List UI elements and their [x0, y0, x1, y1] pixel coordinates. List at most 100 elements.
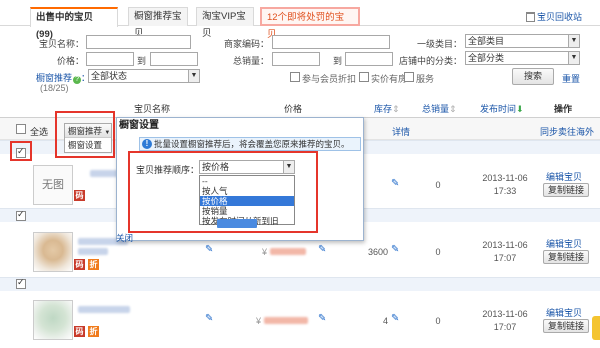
stock-checkbox-label: 实价有房 [371, 74, 408, 84]
edit-price-icon[interactable]: ✎ [318, 244, 326, 255]
row-date: 2013-11-06 [482, 309, 528, 319]
tab-vip[interactable]: 淘宝VIP宝贝 [196, 7, 254, 39]
chevron-down-icon: ▼ [568, 52, 579, 64]
row-sales: 0 [435, 180, 441, 190]
merchant-code-input[interactable] [272, 35, 390, 49]
product-thumbnail[interactable] [33, 300, 73, 340]
close-link[interactable]: 关闭 [116, 232, 133, 244]
category-select[interactable]: 全部类目 ▼ [465, 34, 580, 48]
merchant-code-label: 商家编码： [223, 39, 269, 49]
price-max-input[interactable] [150, 52, 198, 66]
shop-category-value: 全部分类 [468, 53, 505, 63]
row-time: 17:33 [493, 186, 517, 196]
sort-option[interactable]: -- [200, 176, 294, 186]
sort-value: 按价格 [202, 162, 230, 172]
product-title-blurred[interactable] [78, 306, 130, 313]
sales-to-label: 到 [332, 56, 342, 66]
col-stock-text: 库存 [374, 104, 393, 114]
currency-symbol: ¥ [256, 316, 262, 326]
recycle-link[interactable]: 宝贝回收站 [525, 10, 582, 23]
price-min-input[interactable] [86, 52, 134, 66]
col-stock[interactable]: 库存⇕ [374, 102, 400, 115]
sort-icon: ⇕ [449, 104, 457, 114]
discount-checkbox-label: 参与会员折扣 [302, 74, 357, 84]
col-sales-text: 总销量 [422, 104, 450, 114]
side-float-icon[interactable] [592, 316, 600, 340]
shop-category-select[interactable]: 全部分类 ▼ [465, 51, 580, 65]
row-sales: 0 [435, 247, 441, 257]
status-select[interactable]: 全部状态 ▼ [88, 69, 200, 83]
row-stock: 3600 [367, 247, 388, 257]
tab-on-sale[interactable]: 出售中的宝贝 (99) [30, 7, 118, 40]
copy-link-button[interactable]: 复制链接 [543, 319, 589, 333]
col-publish-time[interactable]: 发布时间⬇ [480, 102, 524, 115]
details-link[interactable]: 详情 [392, 125, 410, 138]
edit-item-link[interactable]: 编辑宝贝 [546, 237, 582, 250]
sort-options-list: -- 按人气 按价格 按销量 按发布时间从新到旧 [199, 175, 295, 226]
sort-option[interactable]: 按销量 [200, 206, 294, 216]
edit-stock-icon[interactable]: ✎ [391, 313, 399, 324]
col-price[interactable]: 价格 [284, 102, 302, 115]
sales-max-input[interactable] [345, 52, 393, 66]
col-name: 宝贝名称 [134, 104, 171, 114]
sales-min-input[interactable] [272, 52, 320, 66]
confirm-button[interactable] [217, 219, 257, 228]
row-checkbox[interactable] [16, 277, 26, 289]
sort-option[interactable]: 按人气 [200, 186, 294, 196]
sort-select[interactable]: 按价格 ▼ [199, 160, 295, 174]
info-icon: ! [142, 139, 152, 149]
tab-penalty[interactable]: 12个即将处罚的宝贝 [260, 7, 360, 40]
sales-label: 总销量： [232, 56, 269, 66]
status-value: 全部状态 [91, 71, 128, 81]
select-all-label: 全选 [30, 127, 49, 137]
reset-link[interactable]: 重置 [562, 72, 580, 85]
recommend-label-text: 橱窗推荐 [36, 73, 73, 83]
row-checkbox[interactable] [16, 209, 26, 221]
service-checkbox[interactable] [404, 72, 414, 82]
edit-title-icon[interactable]: ✎ [205, 244, 213, 255]
chevron-down-icon: ▼ [283, 161, 294, 173]
copy-link-button[interactable]: 复制链接 [543, 250, 589, 264]
name-label: 宝贝名称： [38, 39, 84, 49]
trash-icon [525, 12, 535, 22]
product-thumbnail[interactable] [33, 232, 73, 272]
code-badge: 码 [74, 259, 85, 270]
row-time: 17:07 [493, 253, 517, 263]
price-to-label: 到 [136, 56, 146, 66]
sort-option-selected[interactable]: 按价格 [200, 196, 294, 206]
category-label: 一级类目： [416, 39, 462, 49]
shop-category-label: 店铺中的分类： [398, 56, 462, 66]
tab-bar: 出售中的宝贝 (99) 橱窗推荐宝贝 淘宝VIP宝贝 12个即将处罚的宝贝 宝贝… [0, 0, 600, 40]
select-all-checkbox[interactable] [16, 124, 26, 134]
product-thumbnail[interactable]: 无图 [33, 165, 73, 205]
name-input[interactable] [86, 35, 191, 49]
copy-link-button[interactable]: 复制链接 [543, 183, 589, 197]
edit-price-icon[interactable]: ✎ [318, 313, 326, 324]
chevron-down-icon: ▼ [188, 70, 199, 82]
edit-stock-icon[interactable]: ✎ [391, 244, 399, 255]
sort-down-icon: ⬇ [516, 104, 524, 114]
edit-item-link[interactable]: 编辑宝贝 [546, 170, 582, 183]
stock-checkbox[interactable] [359, 72, 369, 82]
table-row [0, 277, 600, 291]
discount-checkbox[interactable] [290, 72, 300, 82]
row-sales: 0 [435, 316, 441, 326]
col-publish-text: 发布时间 [480, 104, 517, 114]
question-icon: ? [73, 76, 82, 84]
chevron-down-icon: ▼ [568, 35, 579, 47]
menu-highlight-box [55, 111, 115, 158]
sync-sell-link[interactable]: 同步卖往海外 [540, 125, 594, 138]
recycle-label: 宝贝回收站 [536, 12, 582, 22]
search-button[interactable]: 搜索 [512, 68, 554, 85]
recommend-count: (18/25) [40, 83, 69, 93]
edit-stock-icon[interactable]: ✎ [391, 178, 399, 189]
tab-window-recommend[interactable]: 橱窗推荐宝贝 [128, 7, 188, 39]
edit-item-link[interactable]: 编辑宝贝 [546, 306, 582, 319]
row-date: 2013-11-06 [482, 240, 528, 250]
price-blurred [270, 248, 306, 255]
sort-label: 宝贝推荐顺序： [136, 165, 200, 175]
edit-title-icon[interactable]: ✎ [205, 313, 213, 324]
discount-badge: 折 [88, 259, 99, 270]
col-operation: 操作 [554, 104, 573, 114]
col-sales[interactable]: 总销量⇕ [422, 102, 457, 115]
